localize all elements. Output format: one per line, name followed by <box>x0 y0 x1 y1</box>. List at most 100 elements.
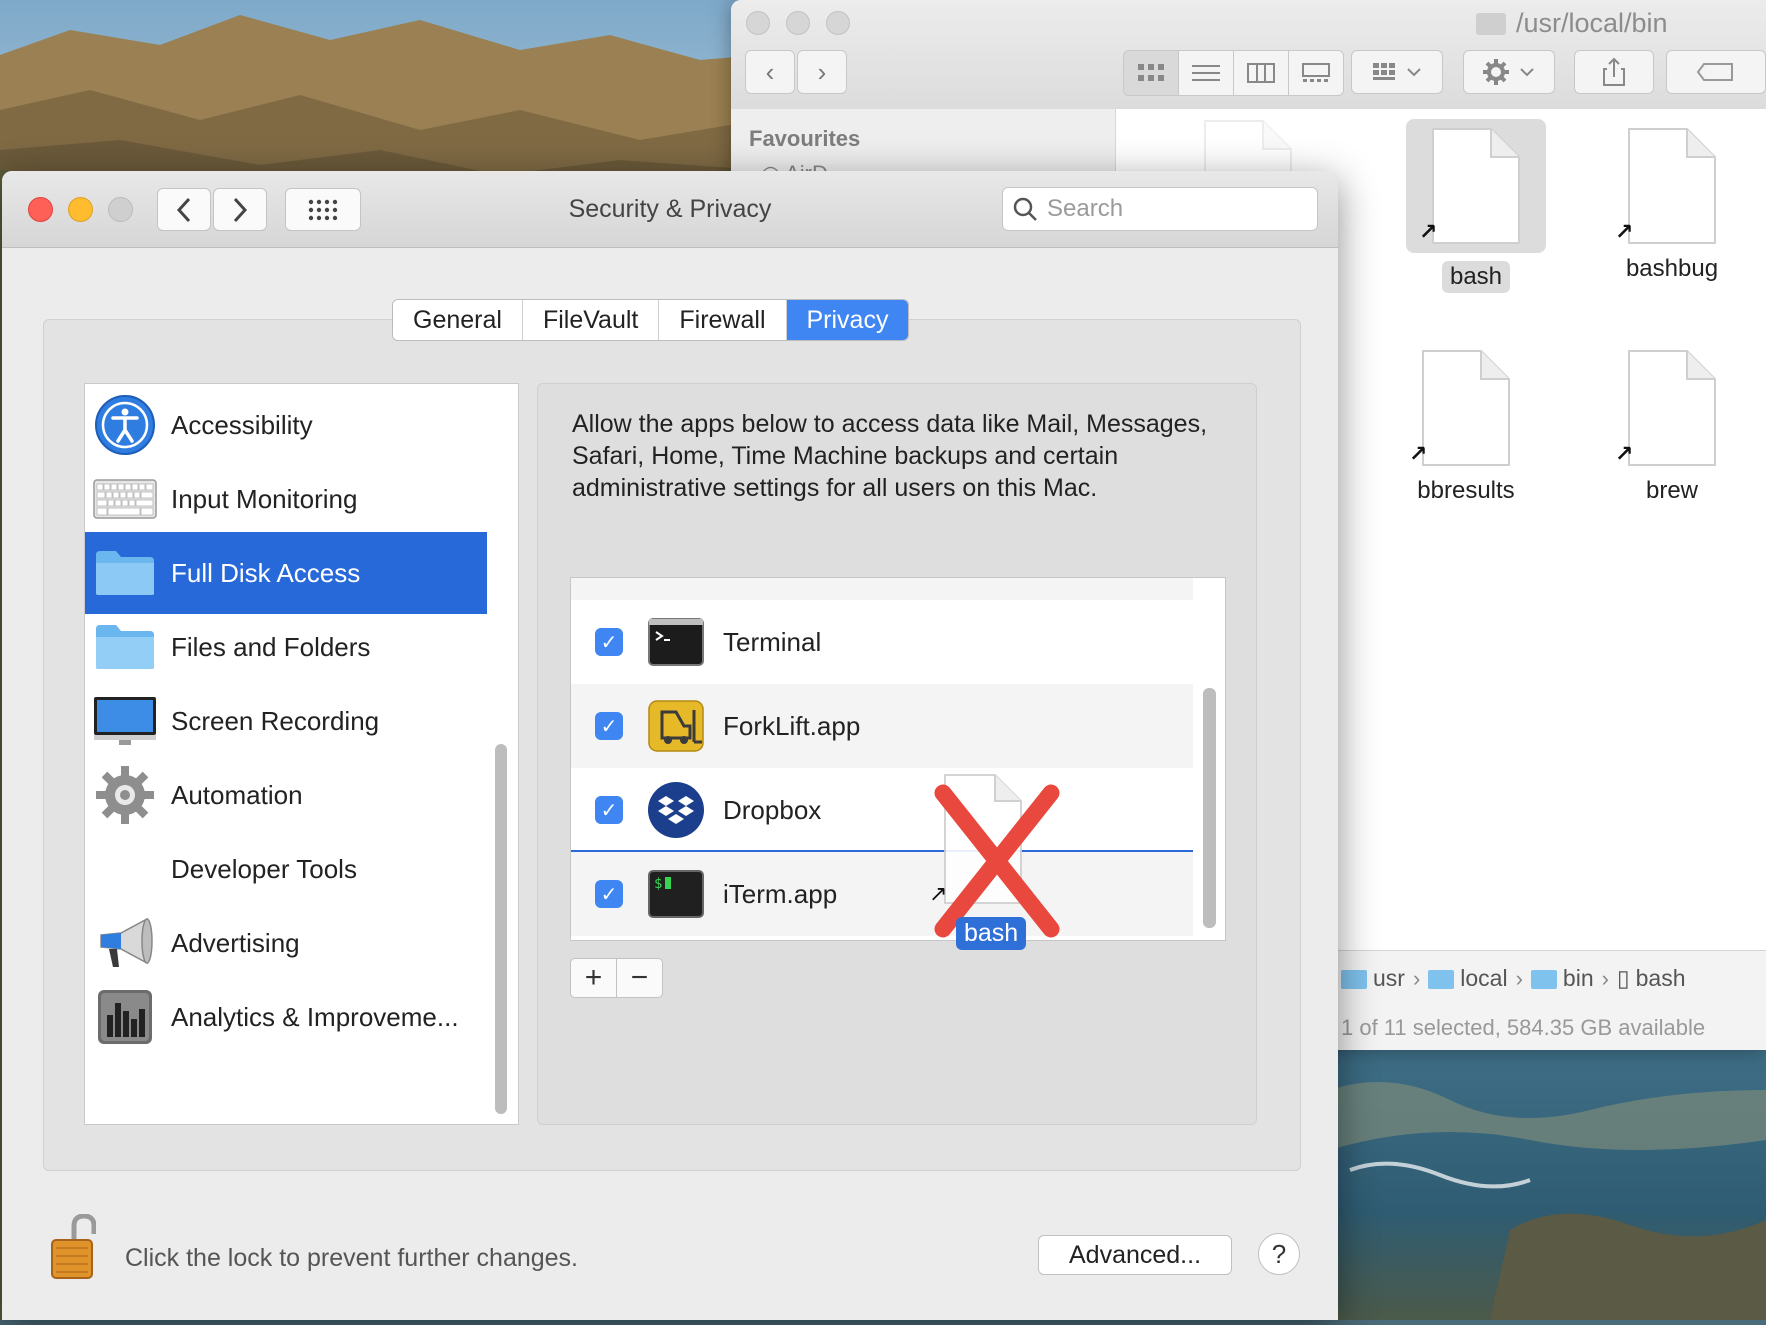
tag-icon <box>1696 63 1733 81</box>
app-checkbox-iterm[interactable]: ✓ <box>595 880 623 908</box>
file-item-bash[interactable]: ↗ bash <box>1401 119 1551 293</box>
privacy-category-list: Accessibility Input Monitoring Full Disk… <box>84 383 519 1125</box>
action-menu-button[interactable] <box>1463 50 1555 94</box>
chevron-right-icon: › <box>1412 965 1421 991</box>
iterm-icon: $ <box>647 865 705 923</box>
drag-ghost-label: bash <box>956 917 1027 950</box>
wallpaper-sea <box>1330 1050 1766 1320</box>
finder-minimize-button[interactable] <box>786 11 810 35</box>
accessibility-icon <box>93 393 157 457</box>
path-item-bin[interactable]: bin <box>1530 965 1594 992</box>
folder-icon <box>93 615 157 679</box>
app-checkbox-forklift[interactable]: ✓ <box>595 712 623 740</box>
display-icon <box>93 689 157 753</box>
tab-firewall[interactable]: Firewall <box>659 300 787 340</box>
path-item-bash[interactable]: ▯ bash <box>1617 965 1686 992</box>
chevron-right-icon: › <box>1601 965 1609 991</box>
category-developer-tools[interactable]: Developer Tools <box>85 828 487 910</box>
chevron-right-icon: › <box>1515 965 1523 991</box>
gear-icon <box>1483 59 1534 85</box>
search-input[interactable] <box>1045 194 1309 224</box>
group-by-button[interactable] <box>1351 50 1443 94</box>
remove-app-button[interactable]: − <box>617 959 662 997</box>
lock-status-text: Click the lock to prevent further change… <box>125 1244 579 1272</box>
advanced-button[interactable]: Advanced... <box>1038 1235 1232 1275</box>
path-item-local[interactable]: local <box>1428 965 1508 992</box>
folder-icon <box>1428 970 1455 990</box>
file-name: bbresults <box>1417 477 1515 504</box>
columns-icon <box>1247 63 1275 83</box>
category-automation[interactable]: Automation <box>85 754 487 836</box>
security-privacy-window: Security & Privacy General FileVault Fir… <box>2 171 1338 1320</box>
search-field[interactable] <box>1002 187 1318 231</box>
finder-close-button[interactable] <box>746 11 770 35</box>
chevron-right-icon: › <box>817 56 827 87</box>
keyboard-icon <box>93 467 157 531</box>
finder-forward-button[interactable]: › <box>797 50 847 94</box>
tab-bar: General FileVault Firewall Privacy <box>392 299 910 341</box>
tags-button[interactable] <box>1666 50 1766 94</box>
file-item-bbresults[interactable]: ↗ bbresults <box>1391 349 1541 507</box>
list-view-button[interactable] <box>1179 51 1234 95</box>
gallery-icon <box>1302 63 1330 82</box>
file-name: brew <box>1645 477 1699 504</box>
tab-privacy[interactable]: Privacy <box>786 300 909 340</box>
category-full-disk-access[interactable]: Full Disk Access <box>85 532 487 614</box>
alias-document-icon: ↗ <box>1615 349 1717 467</box>
alias-arrow-icon: ↗ <box>1615 441 1634 466</box>
group-icon <box>1373 63 1421 80</box>
alias-document-icon: ↗ <box>1409 349 1511 467</box>
help-button[interactable]: ? <box>1258 1233 1300 1275</box>
svg-text:$: $ <box>654 876 662 892</box>
file-item-bashbug[interactable]: ↗ bashbug <box>1597 127 1747 285</box>
checkmark-icon: ✓ <box>600 715 618 738</box>
view-mode-control[interactable] <box>1123 50 1344 96</box>
app-list-scrollbar[interactable] <box>1203 688 1216 928</box>
app-list: ✓ Terminal ✓ ForkLift.app ✓ Dropbox ✓ $ <box>570 577 1226 941</box>
lock-icon[interactable] <box>50 1213 97 1280</box>
gallery-view-button[interactable] <box>1289 51 1343 95</box>
app-row-dropbox[interactable]: ✓ Dropbox <box>571 768 1193 852</box>
add-app-button[interactable]: + <box>571 959 617 997</box>
icon-view-button[interactable] <box>1124 51 1179 95</box>
file-name: bash <box>1441 261 1511 293</box>
dropbox-icon <box>647 781 705 839</box>
category-accessibility[interactable]: Accessibility <box>85 384 487 466</box>
category-screen-recording[interactable]: Screen Recording <box>85 680 487 762</box>
finder-back-button[interactable]: ‹ <box>745 50 795 94</box>
app-row-forklift[interactable]: ✓ ForkLift.app <box>571 684 1193 768</box>
chevron-left-icon: ‹ <box>765 56 775 87</box>
terminal-icon <box>647 613 705 671</box>
finder-toolbar: /usr/local/bin ‹ › <box>731 0 1766 110</box>
share-button[interactable] <box>1574 50 1654 94</box>
finder-title: /usr/local/bin <box>1476 8 1668 39</box>
wallpaper-hills <box>0 15 760 200</box>
icon-grid-icon <box>1138 64 1164 81</box>
app-row-terminal[interactable]: ✓ Terminal <box>571 600 1193 684</box>
app-checkbox-dropbox[interactable]: ✓ <box>595 796 623 824</box>
megaphone-icon <box>93 911 157 975</box>
category-input-monitoring[interactable]: Input Monitoring <box>85 458 487 540</box>
alias-arrow-icon: ↗ <box>1615 219 1634 244</box>
category-list-scrollbar[interactable] <box>495 744 507 1114</box>
sidebar-header-favourites: Favourites <box>749 126 861 151</box>
tab-general[interactable]: General <box>393 300 523 340</box>
alias-document-icon: ↗ <box>1419 127 1521 245</box>
finder-zoom-button[interactable] <box>826 11 850 35</box>
category-files-and-folders[interactable]: Files and Folders <box>85 606 487 688</box>
category-advertising[interactable]: Advertising <box>85 902 487 984</box>
list-row-partial <box>571 578 1193 600</box>
checkmark-icon: ✓ <box>600 883 618 906</box>
alias-document-icon: ↗ <box>1615 127 1717 245</box>
category-analytics[interactable]: Analytics & Improveme... <box>85 976 487 1058</box>
checkmark-icon: ✓ <box>600 799 618 822</box>
folder-icon <box>1341 970 1367 990</box>
app-checkbox-terminal[interactable]: ✓ <box>595 628 623 656</box>
chart-icon <box>93 985 157 1049</box>
column-view-button[interactable] <box>1234 51 1289 95</box>
tab-filevault[interactable]: FileVault <box>522 300 660 340</box>
file-item-brew[interactable]: ↗ brew <box>1597 349 1747 507</box>
path-item-usr[interactable]: usr <box>1341 965 1405 992</box>
app-row-iterm[interactable]: ✓ $ iTerm.app <box>571 852 1193 936</box>
alias-arrow-icon: ↗ <box>1409 441 1428 466</box>
